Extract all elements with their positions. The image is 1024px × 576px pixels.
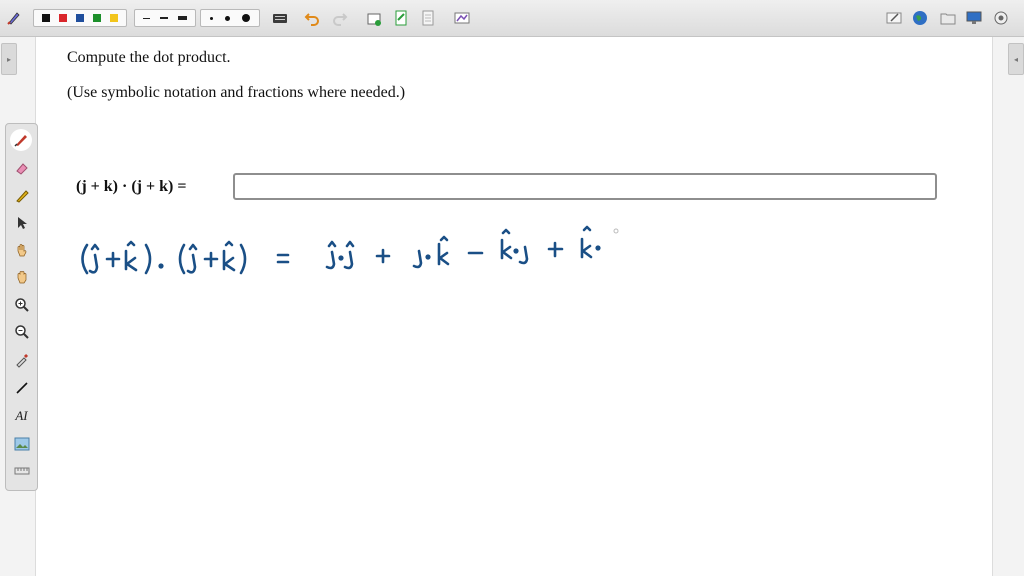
pen-tool-icon[interactable] xyxy=(4,8,24,28)
screen-capture-icon[interactable] xyxy=(452,8,472,28)
color-black[interactable] xyxy=(41,14,50,22)
hand-select-icon[interactable] xyxy=(9,239,34,261)
dot-size-group xyxy=(200,9,260,27)
problem-instruction: (Use symbolic notation and fractions whe… xyxy=(67,84,406,101)
color-palette xyxy=(33,9,127,27)
pen-cursor xyxy=(613,228,619,234)
whiteboard-page[interactable]: Compute the dot product. (Use symbolic n… xyxy=(35,37,993,576)
edit-icon[interactable] xyxy=(884,8,904,28)
small-dot-option[interactable] xyxy=(210,16,213,20)
page-icon[interactable] xyxy=(418,8,438,28)
medium-line-option[interactable] xyxy=(160,17,168,19)
ruler-icon[interactable] xyxy=(9,460,34,482)
eraser-icon[interactable] xyxy=(9,157,34,179)
add-page-icon[interactable] xyxy=(391,8,411,28)
line-icon[interactable] xyxy=(9,377,34,399)
thin-line-option[interactable] xyxy=(143,17,150,19)
dot-product-expression: (j + k) · (j + k) = xyxy=(76,178,187,195)
color-blue[interactable] xyxy=(75,14,84,22)
color-red[interactable] xyxy=(58,14,67,22)
handwritten-equals xyxy=(276,253,290,264)
left-panel-toggle[interactable]: ▸ xyxy=(1,43,17,75)
medium-dot-option[interactable] xyxy=(225,15,230,21)
color-yellow[interactable] xyxy=(110,14,119,22)
large-dot-option[interactable] xyxy=(242,14,250,22)
handwritten-lhs xyxy=(81,240,247,275)
redo-icon[interactable] xyxy=(330,8,350,28)
color-green[interactable] xyxy=(93,14,102,22)
image-icon[interactable] xyxy=(9,433,34,455)
globe-icon[interactable] xyxy=(910,8,930,28)
line-style-group xyxy=(134,9,196,27)
highlighter-icon[interactable] xyxy=(9,185,34,207)
keyboard-icon[interactable] xyxy=(270,8,290,28)
new-page-icon[interactable] xyxy=(364,8,384,28)
settings-icon[interactable] xyxy=(991,8,1011,28)
right-panel-toggle[interactable]: ◂ xyxy=(1008,43,1024,75)
text-icon[interactable]: AI xyxy=(9,405,34,427)
pen-icon[interactable] xyxy=(10,129,32,151)
top-toolbar xyxy=(0,0,1024,37)
display-icon[interactable] xyxy=(964,8,984,28)
handwritten-rhs xyxy=(325,225,601,270)
undo-icon[interactable] xyxy=(302,8,322,28)
answer-input[interactable] xyxy=(233,173,937,200)
handwriting-canvas xyxy=(81,225,619,275)
zoom-in-icon[interactable] xyxy=(9,294,34,316)
pointer-icon[interactable] xyxy=(9,212,34,234)
thick-line-option[interactable] xyxy=(178,16,187,20)
folder-icon[interactable] xyxy=(938,8,958,28)
eyedropper-icon[interactable] xyxy=(9,349,34,371)
tool-palette: AI xyxy=(5,123,38,491)
problem-prompt: Compute the dot product. xyxy=(67,49,231,66)
hand-pan-icon[interactable] xyxy=(9,266,34,288)
zoom-out-icon[interactable] xyxy=(9,321,34,343)
